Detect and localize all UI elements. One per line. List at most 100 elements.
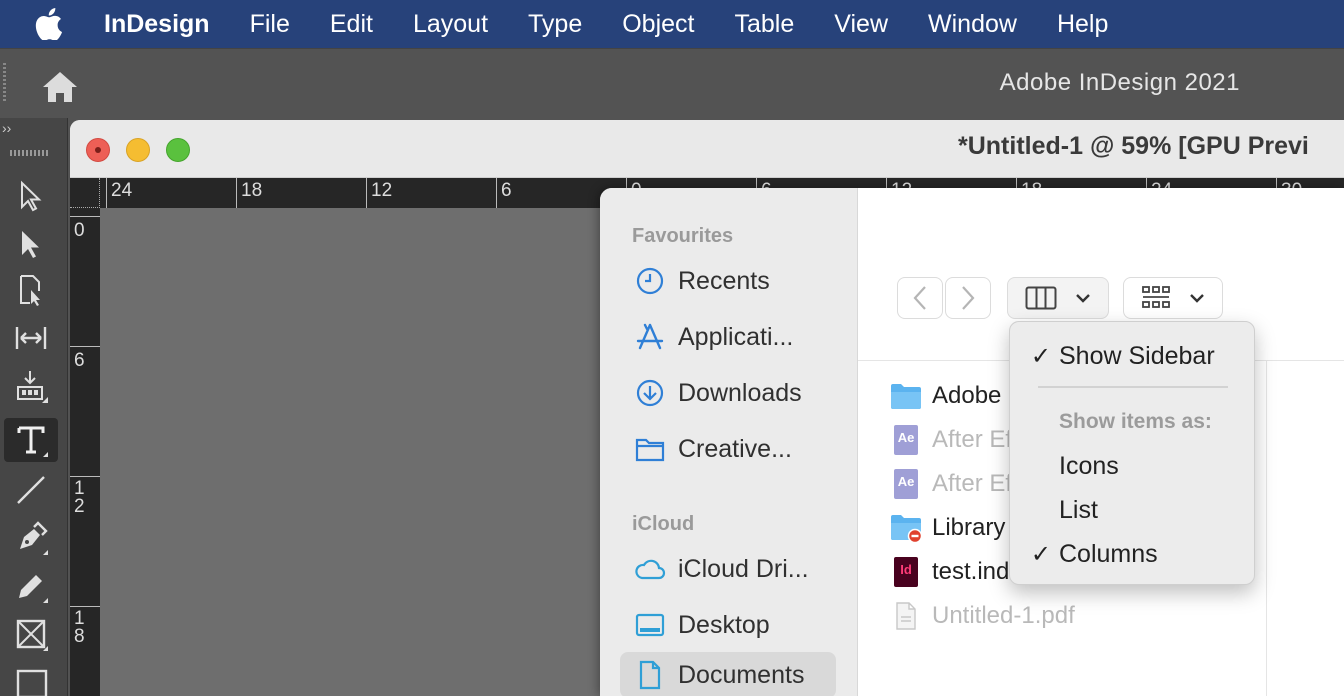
app-bar: Adobe InDesign 2021: [0, 48, 1344, 118]
folder-icon: [634, 433, 666, 465]
gap-icon: [15, 327, 47, 349]
menu-item-icons[interactable]: Icons: [1010, 446, 1254, 486]
indesign-file-icon: Id: [890, 556, 922, 588]
ruler-label: 18: [241, 180, 263, 201]
page-tool[interactable]: [4, 268, 58, 312]
menu-item-columns[interactable]: ✓ Columns: [1010, 534, 1254, 574]
ruler-label: 1 8: [74, 608, 85, 647]
tools-panel-grip[interactable]: [10, 150, 50, 156]
direct-selection-arrow-icon: [22, 231, 39, 258]
clock-icon: [634, 265, 666, 297]
sidebar-item-icloud-drive[interactable]: iCloud Dri...: [620, 546, 836, 592]
content-collector-icon: [17, 371, 48, 403]
menu-item-label: Columns: [1059, 539, 1158, 568]
home-icon[interactable]: [40, 69, 80, 105]
view-mode-button[interactable]: [1007, 277, 1109, 319]
menu-file[interactable]: File: [230, 0, 310, 48]
rectangle-tool[interactable]: [4, 660, 58, 696]
app-title: Adobe InDesign 2021: [999, 69, 1240, 96]
sidebar-item-desktop[interactable]: Desktop: [620, 602, 836, 648]
line-tool[interactable]: [4, 468, 58, 512]
list-item[interactable]: Untitled-1.pdf: [890, 596, 1075, 636]
menu-layout[interactable]: Layout: [393, 0, 508, 48]
menu-window[interactable]: Window: [908, 0, 1037, 48]
download-icon: [634, 377, 666, 409]
menu-edit[interactable]: Edit: [310, 0, 393, 48]
after-effects-file-icon: Ae: [890, 468, 922, 500]
menu-bar: InDesign File Edit Layout Type Object Ta…: [0, 0, 1344, 48]
menu-section-header: Show items as:: [1059, 410, 1212, 433]
rectangle-frame-tool[interactable]: [4, 612, 58, 656]
list-item[interactable]: Ae After Ef: [890, 464, 1012, 504]
file-name: After Ef: [932, 470, 1013, 497]
chevron-down-icon: [1190, 294, 1204, 303]
apple-icon[interactable]: [0, 0, 96, 48]
gap-tool[interactable]: [4, 316, 58, 360]
ruler-origin[interactable]: [70, 178, 100, 208]
rectangle-icon: [16, 669, 48, 696]
sidebar-item-documents[interactable]: Documents: [620, 652, 836, 696]
selection-arrow-icon: [21, 180, 42, 212]
folder-icon: [890, 380, 922, 412]
menu-table[interactable]: Table: [715, 0, 815, 48]
menu-divider: [1038, 386, 1228, 388]
tools-panel: ››: [0, 118, 68, 696]
menu-help[interactable]: Help: [1037, 0, 1128, 48]
pen-tool[interactable]: [4, 516, 58, 560]
app-bar-grip[interactable]: [3, 63, 6, 103]
type-t-icon: [17, 426, 48, 457]
sidebar-item-label: iCloud Dri...: [678, 554, 809, 583]
pdf-file-icon: [890, 600, 922, 632]
collapse-panel-icon[interactable]: ››: [2, 120, 11, 136]
chevron-down-icon: [1076, 294, 1090, 303]
ruler-label: 1 2: [74, 478, 85, 517]
list-item[interactable]: Library: [890, 508, 1005, 548]
menu-app-name[interactable]: InDesign: [96, 0, 230, 48]
list-item[interactable]: Id test.ind: [890, 552, 1009, 592]
menu-item-show-sidebar[interactable]: ✓ Show Sidebar: [1010, 336, 1254, 376]
file-name: test.ind: [932, 558, 1010, 585]
sidebar-item-applications[interactable]: Applicati...: [620, 314, 836, 360]
menu-item-list[interactable]: List: [1010, 490, 1254, 530]
zoom-window-button[interactable]: [166, 138, 190, 162]
file-badge: Ae: [898, 430, 915, 445]
list-item[interactable]: Ae After Ef: [890, 420, 1012, 460]
close-window-button[interactable]: [86, 138, 110, 162]
back-button[interactable]: [897, 277, 943, 319]
checkmark-icon: ✓: [1030, 342, 1051, 370]
ruler-label: 6: [501, 180, 512, 201]
sidebar-item-recents[interactable]: Recents: [620, 258, 836, 304]
menu-object[interactable]: Object: [602, 0, 714, 48]
minimize-window-button[interactable]: [126, 138, 150, 162]
content-collector-tool[interactable]: [4, 364, 58, 408]
group-by-button[interactable]: [1123, 277, 1223, 319]
menu-view[interactable]: View: [814, 0, 908, 48]
ruler-label: 24: [111, 180, 133, 201]
menu-type[interactable]: Type: [508, 0, 602, 48]
vertical-ruler[interactable]: 0 6 1 2 1 8: [70, 208, 100, 696]
columns-view-icon: [1025, 286, 1057, 310]
menu-item-label: Show Sidebar: [1059, 341, 1215, 370]
file-name: Untitled-1.pdf: [932, 602, 1075, 629]
applications-icon: [634, 321, 666, 353]
column-divider[interactable]: [1266, 360, 1267, 696]
document-icon: [634, 659, 666, 691]
sidebar-item-label: Downloads: [678, 378, 802, 407]
ruler-label: 6: [74, 350, 85, 371]
file-badge: Ae: [898, 474, 915, 489]
sidebar-item-label: Documents: [678, 660, 805, 689]
sidebar-item-creative-cloud[interactable]: Creative...: [620, 426, 836, 472]
line-icon: [17, 476, 45, 504]
direct-selection-tool[interactable]: [4, 222, 58, 266]
pencil-tool[interactable]: [4, 564, 58, 608]
menu-item-label: List: [1059, 495, 1098, 524]
list-item[interactable]: Adobe: [890, 376, 1001, 416]
type-tool[interactable]: [4, 418, 58, 462]
ruler-label: 12: [371, 180, 393, 201]
sidebar-item-downloads[interactable]: Downloads: [620, 370, 836, 416]
sidebar-item-label: Recents: [678, 266, 770, 295]
forward-button[interactable]: [945, 277, 991, 319]
menu-item-label: Icons: [1059, 451, 1119, 480]
selection-tool[interactable]: [4, 174, 58, 218]
cloud-icon: [634, 553, 666, 585]
